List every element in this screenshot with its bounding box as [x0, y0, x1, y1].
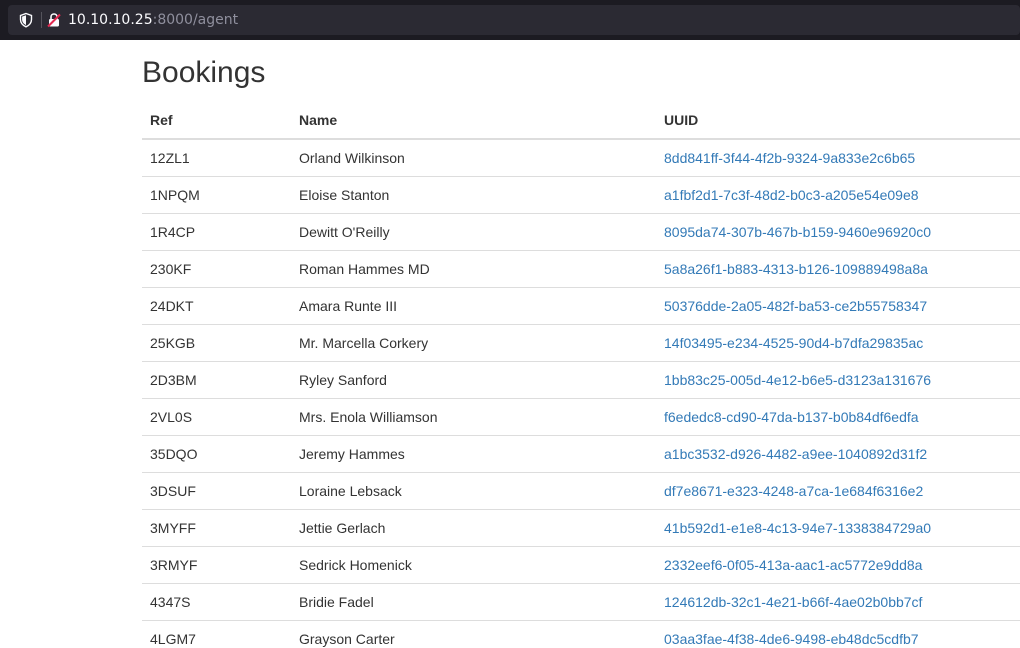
page-title: Bookings — [142, 56, 266, 89]
ref-cell: 35DQO — [142, 434, 291, 472]
uuid-link[interactable]: 14f03495-e234-4525-90d4-b7dfa29835ac — [664, 335, 923, 351]
ref-cell: 2VL0S — [142, 397, 291, 435]
ref-cell: 3RMYF — [142, 545, 291, 583]
uuid-link[interactable]: a1fbf2d1-7c3f-48d2-b0c3-a205e54e09e8 — [664, 187, 919, 203]
table-row: 1R4CP Dewitt O'Reilly 8095da74-307b-467b… — [142, 212, 1020, 250]
uuid-link[interactable]: 2332eef6-0f05-413a-aac1-ac5772e9dd8a — [664, 557, 922, 573]
uuid-link[interactable]: 50376dde-2a05-482f-ba53-ce2b55758347 — [664, 298, 927, 314]
table-row: 4LGM7 Grayson Carter 03aa3fae-4f38-4de6-… — [142, 619, 1020, 648]
ref-cell: 4347S — [142, 582, 291, 620]
uuid-cell: 124612db-32c1-4e21-b66f-4ae02b0bb7cf — [656, 582, 1020, 620]
ref-cell: 3DSUF — [142, 471, 291, 509]
uuid-cell: 1bb83c25-005d-4e12-b6e5-d3123a131676 — [656, 360, 1020, 398]
name-cell: Jeremy Hammes — [291, 434, 656, 472]
uuid-cell: 41b592d1-e1e8-4c13-94e7-1338384729a0 — [656, 508, 1020, 546]
shield-icon[interactable] — [18, 12, 34, 28]
table-row: 3MYFF Jettie Gerlach 41b592d1-e1e8-4c13-… — [142, 508, 1020, 546]
column-header-ref: Ref — [142, 102, 291, 140]
ref-cell: 1R4CP — [142, 212, 291, 250]
name-cell: Loraine Lebsack — [291, 471, 656, 509]
table-row: 1NPQM Eloise Stanton a1fbf2d1-7c3f-48d2-… — [142, 175, 1020, 213]
page-content: Bookings Ref Name UUID 12ZL1 Orland Wilk… — [0, 40, 1020, 648]
table-row: 2VL0S Mrs. Enola Williamson f6ededc8-cd9… — [142, 397, 1020, 435]
uuid-cell: 8dd841ff-3f44-4f2b-9324-9a833e2c6b65 — [656, 138, 1020, 176]
ref-cell: 3MYFF — [142, 508, 291, 546]
name-cell: Roman Hammes MD — [291, 249, 656, 287]
address-bar[interactable]: 10.10.10.25:8000/agent — [8, 5, 1020, 35]
table-row: 3RMYF Sedrick Homenick 2332eef6-0f05-413… — [142, 545, 1020, 583]
uuid-cell: a1fbf2d1-7c3f-48d2-b0c3-a205e54e09e8 — [656, 175, 1020, 213]
table-row: 35DQO Jeremy Hammes a1bc3532-d926-4482-a… — [142, 434, 1020, 472]
ref-cell: 24DKT — [142, 286, 291, 324]
browser-toolbar: 10.10.10.25:8000/agent — [0, 0, 1020, 40]
table-row: 12ZL1 Orland Wilkinson 8dd841ff-3f44-4f2… — [142, 138, 1020, 176]
ref-cell: 25KGB — [142, 323, 291, 361]
uuid-cell: f6ededc8-cd90-47da-b137-b0b84df6edfa — [656, 397, 1020, 435]
uuid-cell: 03aa3fae-4f38-4de6-9498-eb48dc5cdfb7 — [656, 619, 1020, 648]
table-row: 24DKT Amara Runte III 50376dde-2a05-482f… — [142, 286, 1020, 324]
ref-cell: 2D3BM — [142, 360, 291, 398]
column-header-name: Name — [291, 102, 656, 140]
ref-cell: 4LGM7 — [142, 619, 291, 648]
table-row: 25KGB Mr. Marcella Corkery 14f03495-e234… — [142, 323, 1020, 361]
uuid-link[interactable]: 8dd841ff-3f44-4f2b-9324-9a833e2c6b65 — [664, 150, 915, 166]
table-row: 3DSUF Loraine Lebsack df7e8671-e323-4248… — [142, 471, 1020, 509]
name-cell: Jettie Gerlach — [291, 508, 656, 546]
name-cell: Orland Wilkinson — [291, 138, 656, 176]
table-row: 4347S Bridie Fadel 124612db-32c1-4e21-b6… — [142, 582, 1020, 620]
table-header-row: Ref Name UUID — [142, 102, 1020, 140]
uuid-cell: 8095da74-307b-467b-b159-9460e96920c0 — [656, 212, 1020, 250]
column-header-uuid: UUID — [656, 102, 1020, 140]
ref-cell: 230KF — [142, 249, 291, 287]
uuid-link[interactable]: df7e8671-e323-4248-a7ca-1e684f6316e2 — [664, 483, 923, 499]
uuid-link[interactable]: 41b592d1-e1e8-4c13-94e7-1338384729a0 — [664, 520, 931, 536]
uuid-link[interactable]: f6ededc8-cd90-47da-b137-b0b84df6edfa — [664, 409, 919, 425]
table-row: 2D3BM Ryley Sanford 1bb83c25-005d-4e12-b… — [142, 360, 1020, 398]
ref-cell: 1NPQM — [142, 175, 291, 213]
name-cell: Grayson Carter — [291, 619, 656, 648]
bookings-table: Ref Name UUID 12ZL1 Orland Wilkinson 8dd… — [142, 102, 1020, 648]
name-cell: Ryley Sanford — [291, 360, 656, 398]
uuid-link[interactable]: 8095da74-307b-467b-b159-9460e96920c0 — [664, 224, 931, 240]
name-cell: Amara Runte III — [291, 286, 656, 324]
uuid-link[interactable]: 124612db-32c1-4e21-b66f-4ae02b0bb7cf — [664, 594, 922, 610]
url-path: :8000/agent — [152, 12, 239, 28]
url-host: 10.10.10.25 — [68, 12, 153, 28]
uuid-cell: 2332eef6-0f05-413a-aac1-ac5772e9dd8a — [656, 545, 1020, 583]
uuid-link[interactable]: 1bb83c25-005d-4e12-b6e5-d3123a131676 — [664, 372, 931, 388]
insecure-lock-icon[interactable] — [46, 12, 62, 28]
uuid-cell: df7e8671-e323-4248-a7ca-1e684f6316e2 — [656, 471, 1020, 509]
uuid-link[interactable]: 5a8a26f1-b883-4313-b126-109889498a8a — [664, 261, 928, 277]
address-bar-separator — [41, 12, 42, 28]
name-cell: Mr. Marcella Corkery — [291, 323, 656, 361]
uuid-cell: 50376dde-2a05-482f-ba53-ce2b55758347 — [656, 286, 1020, 324]
name-cell: Dewitt O'Reilly — [291, 212, 656, 250]
uuid-cell: 5a8a26f1-b883-4313-b126-109889498a8a — [656, 249, 1020, 287]
name-cell: Bridie Fadel — [291, 582, 656, 620]
name-cell: Sedrick Homenick — [291, 545, 656, 583]
uuid-link[interactable]: 03aa3fae-4f38-4de6-9498-eb48dc5cdfb7 — [664, 631, 919, 647]
table-row: 230KF Roman Hammes MD 5a8a26f1-b883-4313… — [142, 249, 1020, 287]
uuid-link[interactable]: a1bc3532-d926-4482-a9ee-1040892d31f2 — [664, 446, 927, 462]
name-cell: Mrs. Enola Williamson — [291, 397, 656, 435]
url-text[interactable]: 10.10.10.25:8000/agent — [68, 11, 238, 29]
uuid-cell: a1bc3532-d926-4482-a9ee-1040892d31f2 — [656, 434, 1020, 472]
ref-cell: 12ZL1 — [142, 138, 291, 176]
name-cell: Eloise Stanton — [291, 175, 656, 213]
uuid-cell: 14f03495-e234-4525-90d4-b7dfa29835ac — [656, 323, 1020, 361]
